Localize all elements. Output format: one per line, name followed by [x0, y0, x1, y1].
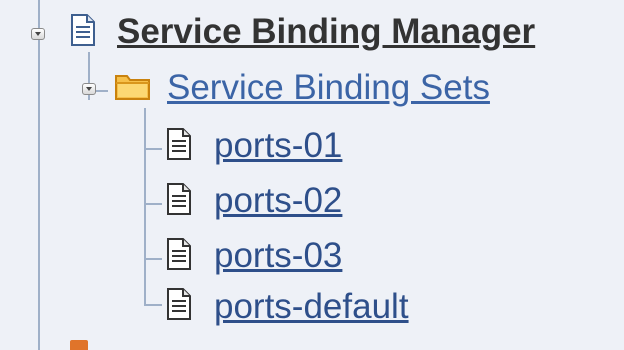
- tree-connector: [144, 148, 162, 150]
- tree-node-leaf-label[interactable]: ports-default: [214, 289, 409, 324]
- expand-collapse-toggle[interactable]: [82, 83, 96, 95]
- tree-connector: [38, 0, 40, 350]
- document-icon: [167, 128, 191, 160]
- tree-connector: [144, 304, 162, 306]
- document-icon: [71, 14, 95, 46]
- tree-node-root-label[interactable]: Service Binding Manager: [117, 14, 535, 49]
- tree-node-leaf-label[interactable]: ports-02: [214, 183, 342, 218]
- tree-node-folder-label[interactable]: Service Binding Sets: [167, 70, 490, 105]
- document-icon: [167, 183, 191, 215]
- partial-node-icon: [70, 340, 88, 350]
- tree-node-leaf-label[interactable]: ports-01: [214, 128, 342, 163]
- tree-connector: [144, 258, 162, 260]
- tree-node-leaf-label[interactable]: ports-03: [214, 238, 342, 273]
- tree-connector: [144, 108, 146, 304]
- document-icon: [167, 288, 191, 320]
- folder-icon: [115, 75, 150, 100]
- tree-connector: [144, 203, 162, 205]
- document-icon: [167, 238, 191, 270]
- expand-collapse-toggle[interactable]: [31, 28, 45, 40]
- tree-view: Service Binding Manager Service Binding …: [0, 0, 624, 350]
